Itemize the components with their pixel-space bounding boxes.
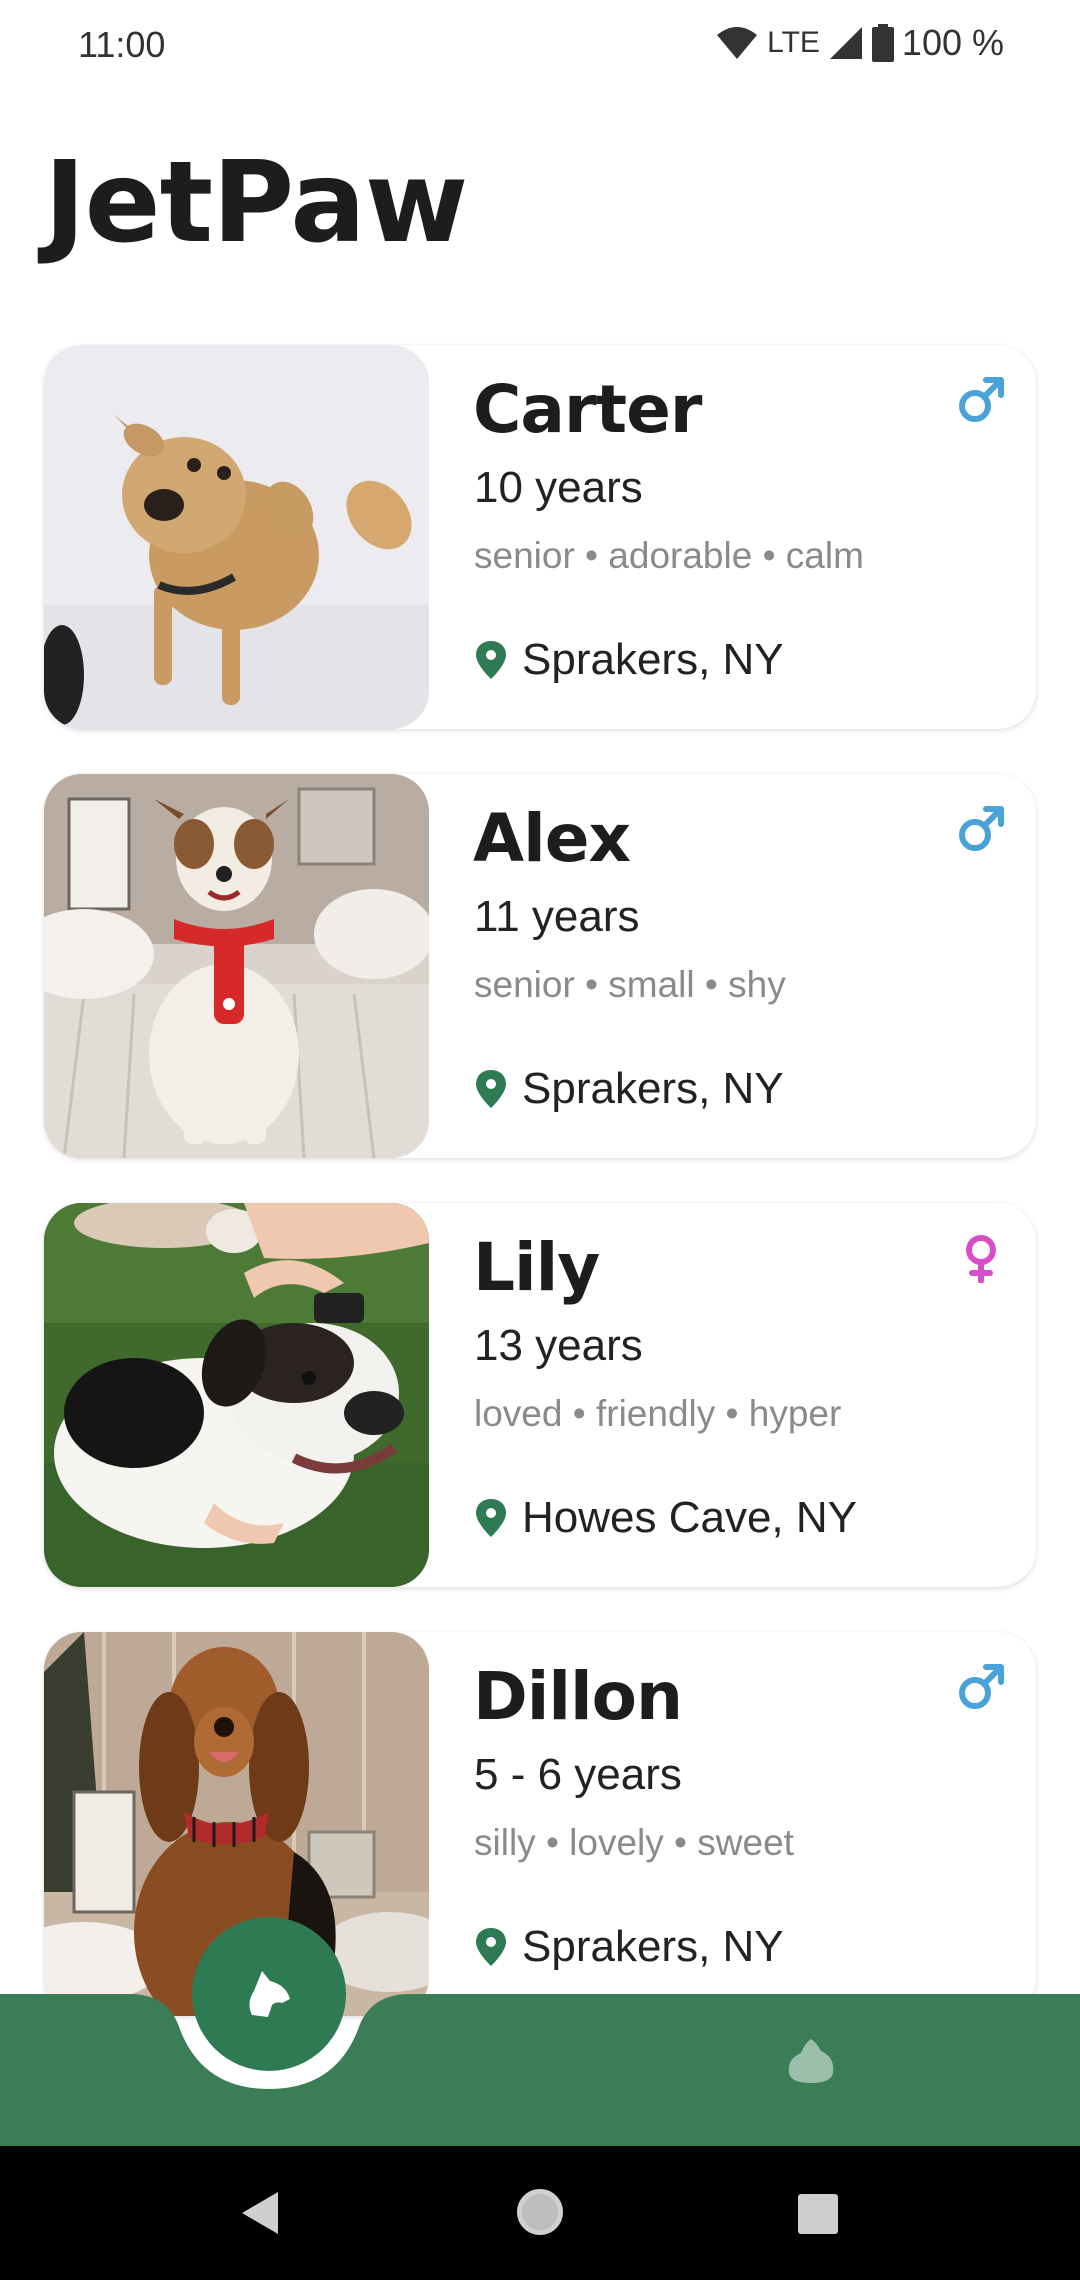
pet-location: Sprakers, NY: [476, 635, 784, 685]
paw-icon: [788, 2039, 834, 2083]
pet-age: 13 years: [474, 1321, 643, 1370]
pet-name: Carter: [473, 371, 702, 448]
location-pin-icon: [476, 641, 506, 679]
pet-photo: [44, 774, 429, 1158]
home-icon[interactable]: [514, 2186, 566, 2238]
pet-card[interactable]: Dillon 5 - 6 years silly • lovely • swee…: [44, 1632, 1036, 2016]
male-icon: [959, 1664, 1004, 1709]
pet-tags: silly • lovely • sweet: [474, 1822, 794, 1863]
wifi-icon: [717, 27, 758, 59]
pet-name: Dillon: [473, 1658, 683, 1735]
system-navigation-bar: [0, 2146, 1080, 2280]
back-icon[interactable]: [238, 2190, 282, 2236]
pet-location: Sprakers, NY: [476, 1922, 784, 1972]
cellular-signal-icon: [829, 27, 862, 59]
male-icon: [959, 806, 1004, 851]
pet-tags: senior • adorable • calm: [474, 535, 864, 576]
pet-photo: [44, 345, 429, 729]
app-title: JetPaw: [44, 138, 468, 268]
status-time: 11:00: [78, 24, 166, 65]
bottom-navigation: [0, 1994, 1080, 2146]
dog-tab-button[interactable]: [192, 1917, 346, 2071]
status-bar: 11:00 LTE 100 %: [0, 0, 1080, 90]
pet-location-text: Sprakers, NY: [522, 1922, 784, 1971]
pet-location: Sprakers, NY: [476, 1064, 784, 1114]
pet-tags: loved • friendly • hyper: [474, 1393, 842, 1434]
pet-location-text: Sprakers, NY: [522, 1064, 784, 1113]
pet-name: Alex: [473, 800, 631, 877]
pet-name: Lily: [473, 1229, 600, 1306]
pet-card[interactable]: Alex 11 years senior • small • shy Sprak…: [44, 774, 1036, 1158]
battery-icon: [871, 24, 894, 62]
status-icons: LTE 100 %: [715, 22, 1004, 64]
pet-photo: [44, 1203, 429, 1587]
pet-card[interactable]: Carter 10 years senior • adorable • calm…: [44, 345, 1036, 729]
pet-location-text: Sprakers, NY: [522, 635, 784, 684]
dog-head-icon: [249, 1971, 290, 2017]
pet-card[interactable]: Lily 13 years loved • friendly • hyper H…: [44, 1203, 1036, 1587]
pet-location-text: Howes Cave, NY: [522, 1493, 858, 1542]
recent-apps-icon[interactable]: [798, 2194, 838, 2234]
female-icon: [966, 1235, 996, 1283]
pet-age: 11 years: [474, 892, 640, 941]
paw-tab-button[interactable]: [783, 2033, 839, 2089]
pet-tags: senior • small • shy: [474, 964, 786, 1005]
battery-level: 100 %: [901, 22, 1004, 63]
network-type: LTE: [767, 26, 820, 59]
location-pin-icon: [476, 1928, 506, 1966]
pet-location: Howes Cave, NY: [476, 1493, 857, 1543]
male-icon: [959, 377, 1004, 422]
pet-age: 5 - 6 years: [474, 1750, 682, 1799]
pet-age: 10 years: [474, 463, 643, 512]
location-pin-icon: [476, 1499, 506, 1537]
location-pin-icon: [476, 1070, 506, 1108]
